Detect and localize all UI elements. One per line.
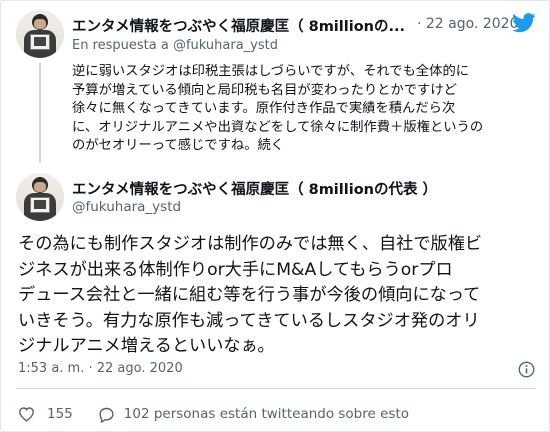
avatar[interactable]: [16, 10, 64, 58]
text-line: 予算が増えている傾向と局印税も名目が変わったりとかですけど: [72, 82, 457, 98]
text-line: に、オリジナルアニメや出資などをして徐々に制作費＋版権というの: [72, 119, 484, 135]
avatar-sign-photo: [34, 200, 46, 209]
text-line: その為にも制作スタジオは制作のみでは無く、自社で版権ビ: [18, 234, 483, 254]
text-line: デュース会社と一緒に組む等を行う事が今後の傾向になって: [18, 285, 481, 305]
text-line: いきそう。有力な原作も減ってきているしスタジオ発のオリ: [18, 310, 480, 331]
reply-handle-link[interactable]: @fukuhara_ystd: [173, 38, 278, 53]
conversation-count-link[interactable]: 102 personas están twitteando sobre esto: [124, 406, 409, 422]
heart-icon[interactable]: [18, 406, 35, 422]
parent-tweet-text: 逆に弱いスタジオは印税主張はしづらいですが、それでも全体的に 予算が増えている傾…: [72, 63, 537, 156]
text-line: のがセオリーって感じですね。続く: [72, 138, 285, 153]
tweet-date[interactable]: · 22 ago. 2020: [417, 16, 518, 32]
divider: [16, 388, 536, 389]
text-line: ジネスが出来る体制作りor大手にM&Aしてもらうorプロ: [18, 259, 453, 280]
main-tweet-text: その為にも制作スタジオは制作のみでは無く、自社で版権ビ ジネスが出来る体制作りo…: [18, 232, 538, 360]
action-bar: 155 102 personas están twitteando sobre …: [18, 404, 409, 424]
text-line: 逆に弱いスタジオは印税主張はしづらいですが、それでも全体的に: [72, 64, 470, 79]
author-name[interactable]: エンタメ情報をつぶやく福原慶匡（ 8millionの代表 ）: [72, 178, 512, 199]
like-count[interactable]: 155: [47, 406, 73, 422]
avatar-sign-photo: [34, 37, 46, 46]
thread-connector-line: [39, 63, 41, 163]
twitter-bird-icon[interactable]: [512, 13, 536, 33]
text-line: ジナルアニメ増えるといいなぁ。: [18, 336, 275, 356]
author-name[interactable]: エンタメ情報をつぶやく福原慶匡（ 8millionの...: [72, 15, 412, 36]
info-icon[interactable]: [518, 361, 535, 378]
speech-bubble-icon[interactable]: [98, 406, 115, 423]
avatar-face: [34, 182, 46, 192]
avatar[interactable]: [16, 173, 64, 221]
author-handle[interactable]: @fukuhara_ystd: [72, 199, 181, 215]
reply-context: En respuesta a @fukuhara_ystd: [72, 38, 278, 53]
embedded-tweet-card: エンタメ情報をつぶやく福原慶匡（ 8millionの... · 22 ago. …: [0, 0, 550, 432]
avatar-face: [34, 19, 46, 29]
parent-tweet[interactable]: エンタメ情報をつぶやく福原慶匡（ 8millionの... · 22 ago. …: [1, 1, 550, 171]
reply-prefix: En respuesta a: [72, 38, 169, 53]
tweet-timestamp-link[interactable]: 1:53 a. m. · 22 ago. 2020: [18, 361, 183, 376]
text-line: 徐々に無くなってきています。原作付き作品で実績を積んだら次: [72, 101, 456, 116]
